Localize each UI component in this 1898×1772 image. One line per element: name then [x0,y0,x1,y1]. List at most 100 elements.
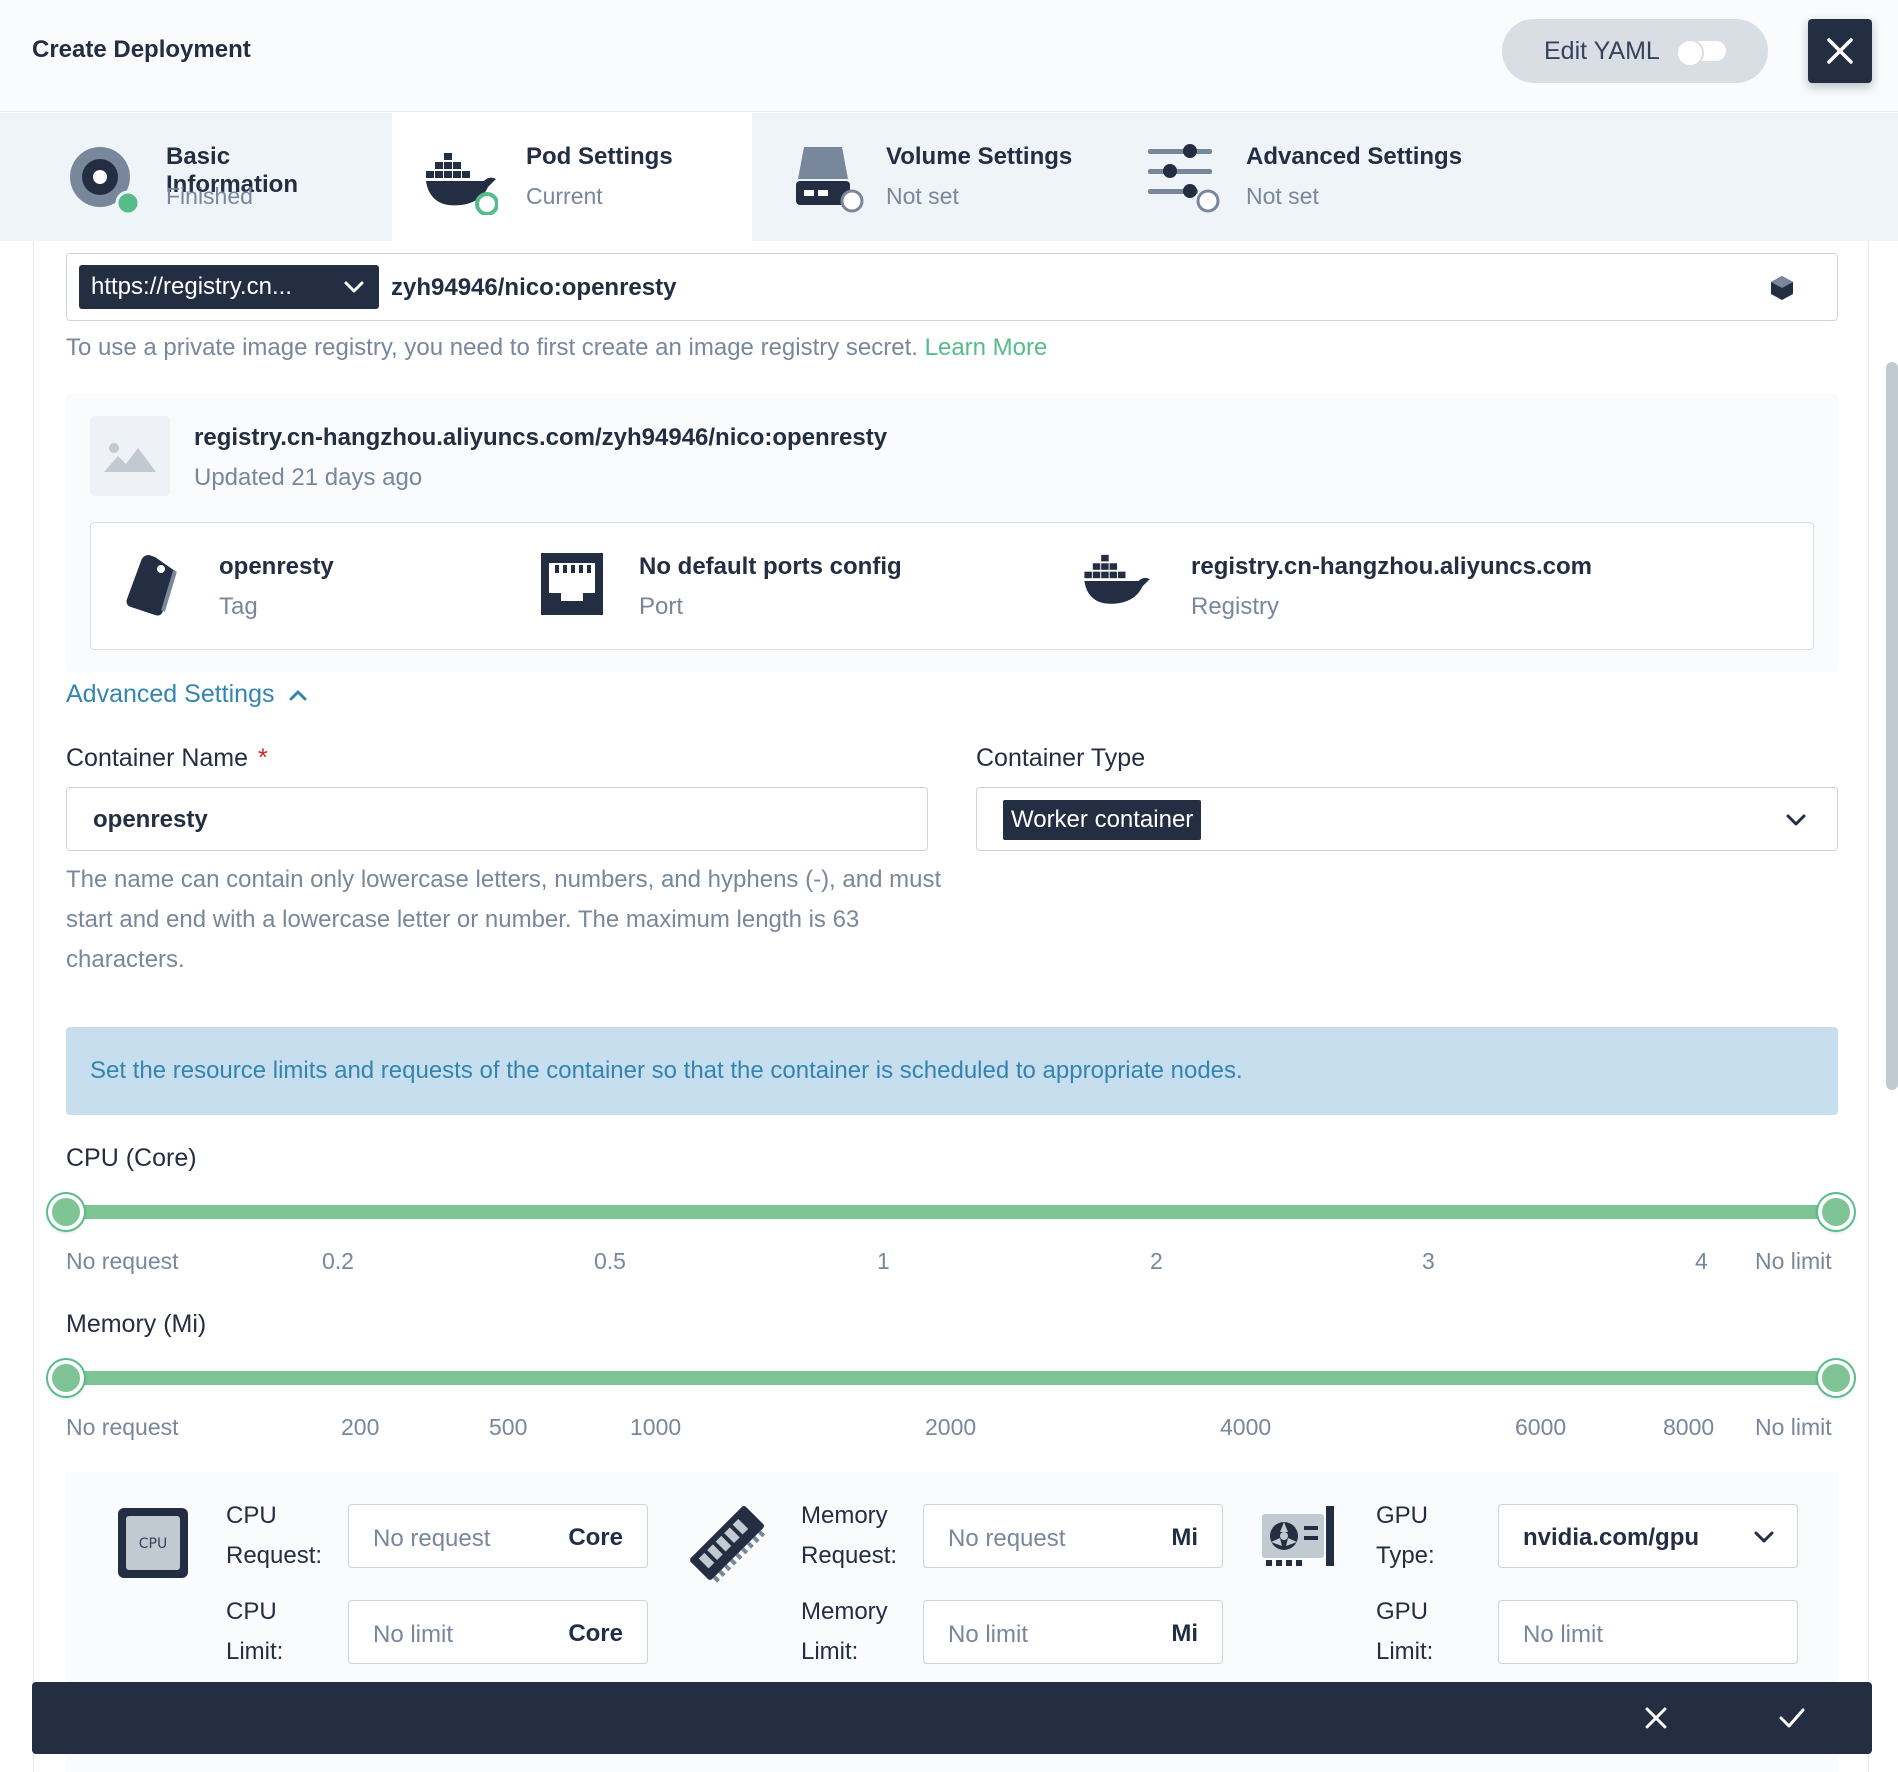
vertical-scrollbar[interactable] [1886,362,1898,1090]
cpu-request-input[interactable]: No request Core [348,1504,648,1568]
memory-tick: No limit [1755,1414,1832,1440]
tag-value: openresty [219,553,334,580]
step-status: Finished [166,183,253,209]
cpu-limit-label: CPU Limit: [226,1592,283,1672]
cpu-limit-placeholder: No limit [373,1621,454,1648]
memory-slider-track[interactable] [66,1371,1838,1385]
cpu-tick: 0.5 [594,1248,626,1274]
container-type-select[interactable]: Worker container [976,787,1838,851]
check-icon [1779,1708,1805,1728]
chevron-down-icon [1754,1531,1774,1543]
tag-icon [126,555,177,616]
memory-tick: 1000 [630,1414,682,1440]
step-status: Current [526,183,603,209]
sliders-icon [1148,144,1220,213]
learn-more-link[interactable]: Learn More [925,334,1048,361]
step-volume-settings[interactable]: Volume Settings Not set [752,113,1112,241]
cpu-slider-label: CPU (Core) [66,1144,197,1172]
image-search-field[interactable]: https://registry.cn... zyh94946/nico:ope… [66,253,1838,321]
resource-info-text: Set the resource limits and requests of … [90,1057,1243,1084]
gpu-card-icon [1262,1506,1334,1566]
cpu-limit-label-line: Limit: [226,1638,284,1665]
gpu-type-select[interactable]: nvidia.com/gpu [1498,1504,1798,1568]
confirm-button[interactable] [1776,1702,1808,1734]
registry-hint: To use a private image registry, you nee… [66,334,1047,362]
gpu-limit-label-line: Limit: [1376,1638,1434,1665]
cpu-limit-input[interactable]: No limit Core [348,1600,648,1664]
docker-icon [426,153,498,215]
cpu-slider-track[interactable] [66,1205,1838,1219]
memory-stick-icon [690,1506,766,1583]
image-placeholder-icon [90,416,170,496]
chevron-down-icon [344,281,364,293]
memory-request-input[interactable]: No request Mi [923,1504,1223,1568]
memory-request-label-line: Memory [801,1502,888,1529]
container-type-value: Worker container [1003,800,1202,840]
step-status: Not set [1246,183,1319,209]
image-full-name: registry.cn-hangzhou.aliyuncs.com/zyh949… [194,424,888,451]
step-basic-information[interactable]: Basic Information Finished [0,113,360,241]
step-advanced-settings[interactable]: Advanced Settings Not set [1112,113,1472,241]
cpu-icon-text: CPU [139,1536,167,1552]
cpu-limit-label-line: CPU [226,1598,277,1625]
memory-limit-unit: Mi [1171,1620,1198,1647]
cpu-tick: 0.2 [322,1248,354,1274]
storage-icon [796,147,864,213]
registry-select[interactable]: https://registry.cn... [79,265,379,309]
cube-icon[interactable] [1769,274,1795,302]
port-label: Port [639,593,684,620]
gpu-type-label-line: GPU [1376,1502,1429,1529]
registry-select-value: https://registry.cn... [91,273,292,300]
cpu-tick: 4 [1695,1248,1708,1274]
chevron-up-icon [289,690,307,700]
cpu-request-label-line: CPU [226,1502,277,1529]
edit-yaml-toggle-button[interactable]: Edit YAML [1502,19,1768,83]
gpu-type-label-line: Type: [1376,1542,1435,1569]
cancel-button[interactable] [1640,1702,1672,1734]
container-form-footer [32,1682,1872,1754]
registry-value: registry.cn-hangzhou.aliyuncs.com [1191,553,1592,580]
container-name-help: The name can contain only lowercase lett… [66,866,942,973]
advanced-settings-label: Advanced Settings [66,680,275,708]
cpu-slider-request-handle[interactable] [48,1194,84,1230]
memory-request-unit: Mi [1171,1524,1198,1551]
image-detail-card: registry.cn-hangzhou.aliyuncs.com/zyh949… [66,394,1838,672]
memory-limit-label-line: Memory [801,1598,888,1625]
container-name-label-text: Container Name [66,744,249,772]
container-type-label: Container Type [976,744,1146,772]
step-title: Advanced Settings [1246,143,1463,170]
page-title: Create Deployment [32,36,251,63]
step-title: Pod Settings [526,143,673,170]
image-name-value: zyh94946/nico:openresty [391,274,677,301]
edit-yaml-label: Edit YAML [1544,36,1660,65]
close-modal-button[interactable] [1808,19,1872,83]
gear-disc-icon [70,147,140,215]
gpu-limit-label-line: GPU [1376,1598,1429,1625]
memory-tick: 6000 [1515,1414,1567,1440]
close-icon [1645,1707,1667,1729]
memory-slider-limit-handle[interactable] [1818,1360,1854,1396]
memory-tick: 4000 [1220,1414,1272,1440]
cpu-request-label: CPU Request: [226,1496,322,1576]
memory-request-label: Memory Request: [801,1496,897,1576]
registry-label: Registry [1191,593,1280,620]
close-icon [1827,38,1853,64]
cpu-tick: 1 [877,1248,890,1274]
memory-slider-request-handle[interactable] [48,1360,84,1396]
gpu-limit-input[interactable]: No limit [1498,1600,1798,1664]
cpu-tick: No request [66,1248,179,1274]
container-name-value: openresty [93,806,208,833]
step-status: Not set [886,183,959,209]
memory-request-label-line: Request: [801,1542,898,1569]
memory-tick: 500 [489,1414,528,1440]
cpu-slider-limit-handle[interactable] [1818,1194,1854,1230]
gpu-type-value: nvidia.com/gpu [1523,1524,1700,1551]
step-pod-settings[interactable]: Pod Settings Current [392,113,752,241]
memory-limit-input[interactable]: No limit Mi [923,1600,1223,1664]
container-name-input[interactable]: openresty [66,787,928,851]
memory-tick: 200 [341,1414,380,1440]
advanced-settings-toggle[interactable]: Advanced Settings [66,680,308,709]
image-meta-box: openresty Tag No default ports config Po… [90,522,1814,650]
step-title: Volume Settings [886,143,1073,170]
gpu-type-label: GPU Type: [1376,1496,1435,1576]
